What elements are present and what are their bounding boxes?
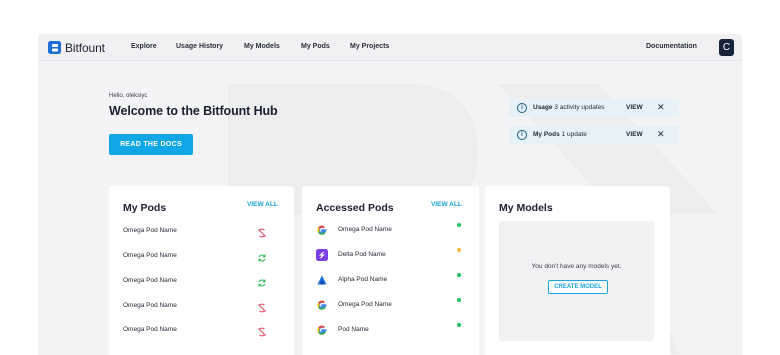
pod-row[interactable]: Omega Pod Name [123, 227, 273, 239]
card-title: My Models [499, 202, 553, 214]
pod-name: Alpha Pod Name [338, 276, 388, 283]
nav-my-models[interactable]: My Models [244, 43, 280, 50]
bitfount-logo-icon [48, 41, 61, 54]
app-window: Bitfount Explore Usage History My Models… [38, 34, 742, 355]
info-icon: i [517, 103, 527, 113]
top-navbar: Bitfount Explore Usage History My Models… [38, 34, 742, 61]
google-icon [317, 225, 327, 235]
pod-row[interactable]: Omega Pod Name [123, 302, 273, 314]
my-pods-view-all-link[interactable]: VIEW ALL [247, 201, 278, 208]
pod-row[interactable]: Omega Pod Name [316, 298, 466, 311]
google-icon [317, 300, 327, 310]
logo-text: Bitfount [65, 40, 105, 55]
accessed-pods-card: Accessed Pods VIEW ALL Omega Pod Name De… [302, 186, 479, 355]
nav-usage-history[interactable]: Usage History [176, 43, 223, 50]
alpha-icon [317, 275, 327, 285]
online-status-dot [457, 298, 461, 302]
card-title: Accessed Pods [316, 202, 394, 214]
my-models-card: My Models You don't have any models yet.… [485, 186, 670, 355]
info-icon: i [517, 130, 527, 140]
pod-name: Omega Pod Name [338, 226, 392, 233]
pod-name: Pod Name [338, 326, 369, 333]
sync-icon [258, 254, 266, 262]
pod-name: Omega Pod Name [123, 277, 177, 284]
usage-notification: i Usage 3 activity updates VIEW ✕ [509, 99, 679, 117]
greeting-text: Hello, oleksiyc [109, 93, 148, 99]
disconnected-icon [258, 228, 266, 238]
online-status-dot [457, 323, 461, 327]
notification-text: My Pods 1 update [533, 131, 587, 138]
pod-name: Omega Pod Name [338, 301, 392, 308]
models-empty-state: You don't have any models yet. CREATE MO… [499, 221, 654, 341]
pod-row[interactable]: Omega Pod Name [123, 277, 273, 289]
notification-view-button[interactable]: VIEW [626, 104, 643, 111]
notification-body: 3 activity updates [554, 104, 605, 111]
card-title: My Pods [123, 202, 167, 214]
close-icon[interactable]: ✕ [657, 102, 665, 113]
delta-icon [316, 249, 328, 261]
pod-name: Omega Pod Name [123, 302, 177, 309]
notification-text: Usage 3 activity updates [533, 104, 605, 111]
pending-status-dot [457, 248, 461, 252]
pod-row[interactable]: Omega Pod Name [123, 326, 273, 338]
online-status-dot [457, 273, 461, 277]
page-title: Welcome to the Bitfount Hub [109, 104, 278, 118]
close-icon[interactable]: ✕ [657, 129, 665, 140]
pod-row[interactable]: Omega Pod Name [123, 252, 273, 264]
pod-name: Delta Pod Name [338, 251, 386, 258]
nav-documentation[interactable]: Documentation [646, 43, 697, 50]
pod-row[interactable]: Omega Pod Name [316, 223, 466, 236]
my-pods-card: My Pods VIEW ALL Omega Pod Name Omega Po… [109, 186, 294, 355]
pod-name: Omega Pod Name [123, 252, 177, 259]
disconnected-icon [258, 327, 266, 337]
user-avatar[interactable]: C [719, 39, 734, 56]
nav-my-pods[interactable]: My Pods [301, 43, 330, 50]
notification-title: My Pods [533, 131, 560, 138]
accessed-pods-view-all-link[interactable]: VIEW ALL [431, 201, 462, 208]
read-the-docs-button[interactable]: READ THE DOCS [109, 134, 193, 155]
sync-icon [258, 279, 266, 287]
disconnected-icon [258, 303, 266, 313]
pod-row[interactable]: Delta Pod Name [316, 248, 466, 261]
online-status-dot [457, 223, 461, 227]
pod-name: Omega Pod Name [123, 326, 177, 333]
notification-body: 1 update [561, 131, 587, 138]
pods-notification: i My Pods 1 update VIEW ✕ [509, 126, 679, 144]
create-model-button[interactable]: CREATE MODEL [548, 280, 608, 294]
nav-explore[interactable]: Explore [131, 43, 157, 50]
notification-view-button[interactable]: VIEW [626, 131, 643, 138]
pod-row[interactable]: Pod Name [316, 323, 466, 336]
pod-row[interactable]: Alpha Pod Name [316, 273, 466, 286]
pod-name: Omega Pod Name [123, 227, 177, 234]
nav-my-projects[interactable]: My Projects [350, 43, 389, 50]
bitfount-logo[interactable]: Bitfount [48, 39, 105, 56]
google-icon [317, 325, 327, 335]
notification-title: Usage [533, 104, 553, 111]
empty-state-text: You don't have any models yet. [531, 263, 622, 270]
